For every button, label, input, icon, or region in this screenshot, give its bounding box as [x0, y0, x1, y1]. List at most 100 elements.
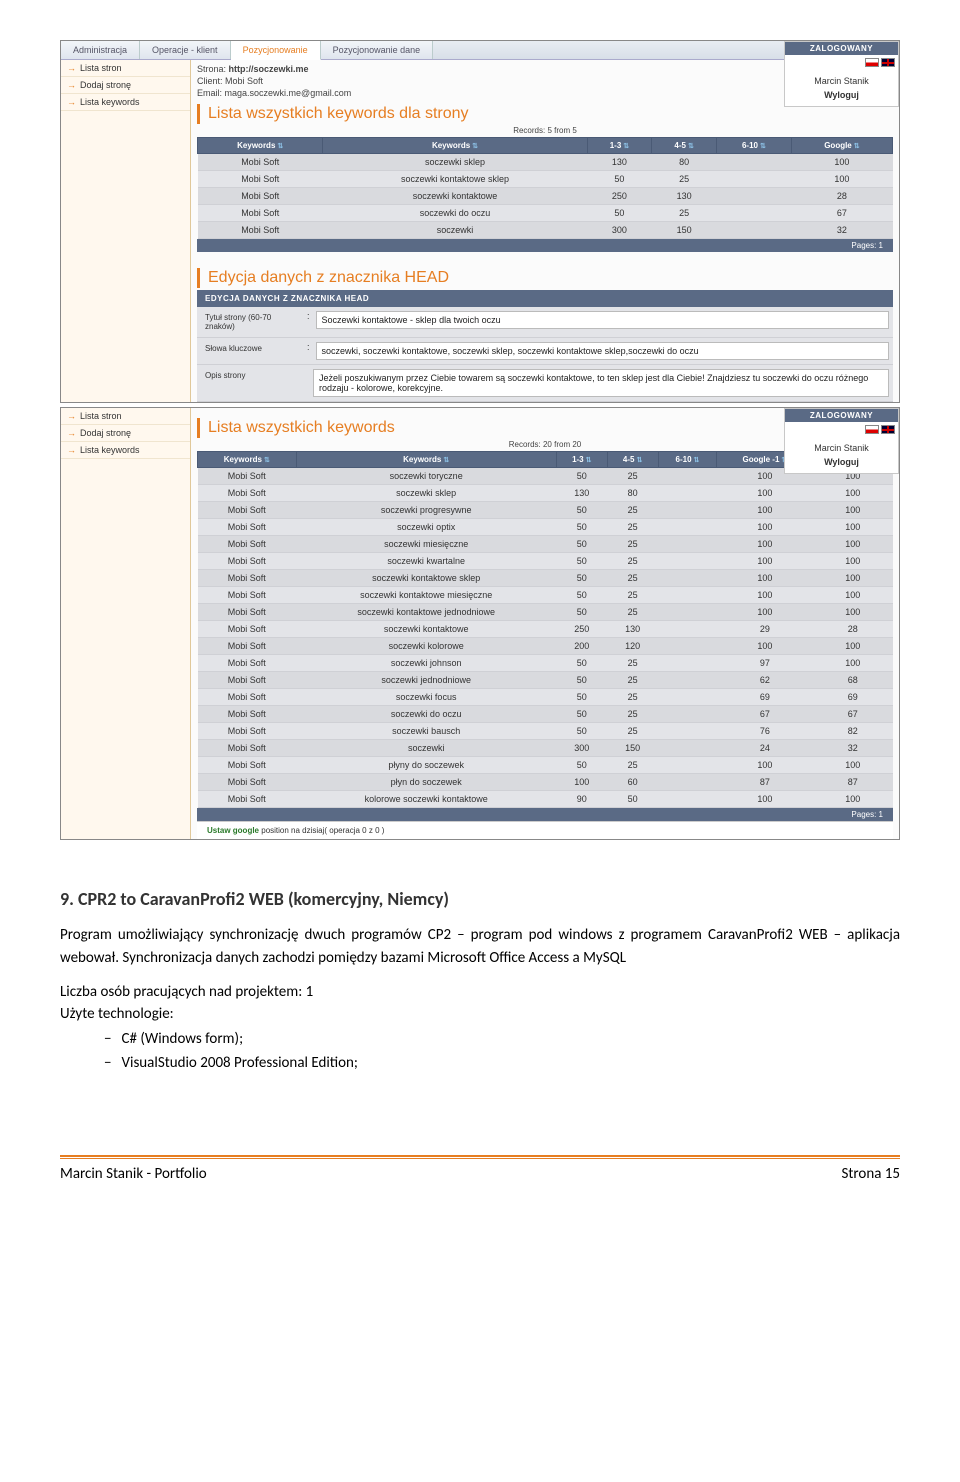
main-content: Strona: http://soczewki.me Client: Mobi … — [191, 60, 899, 402]
logout-link[interactable]: Wyloguj — [785, 88, 898, 106]
flag-pl-icon[interactable] — [865, 58, 879, 67]
table-cell: 69 — [813, 689, 893, 706]
table-cell: Mobi Soft — [198, 706, 297, 723]
section-paragraph: Program umożliwiający synchronizację dwu… — [60, 924, 900, 969]
table-cell: 25 — [607, 604, 658, 621]
sidebar-item-lista-stron[interactable]: →Lista stron — [61, 408, 190, 425]
table-cell: Mobi Soft — [198, 774, 297, 791]
column-header[interactable]: 6-10⇅ — [658, 452, 717, 468]
site-label: Strona: — [197, 64, 226, 74]
column-header[interactable]: 6-10⇅ — [717, 138, 792, 154]
table-cell: 150 — [607, 740, 658, 757]
column-header[interactable]: Keywords⇅ — [323, 138, 587, 154]
table-cell: 100 — [813, 502, 893, 519]
column-header[interactable]: 4-5⇅ — [607, 452, 658, 468]
table-cell: 100 — [813, 553, 893, 570]
table-cell: 250 — [587, 188, 652, 205]
table-cell — [658, 536, 717, 553]
table-cell — [658, 519, 717, 536]
form-label-keywords: Słowa kluczowe — [201, 342, 301, 355]
table-cell: Mobi Soft — [198, 205, 323, 222]
flag-en-icon[interactable] — [881, 58, 895, 67]
table-cell: 50 — [556, 757, 607, 774]
column-header[interactable]: Keywords⇅ — [198, 138, 323, 154]
column-header[interactable]: Keywords⇅ — [198, 452, 297, 468]
table-row: Mobi Softsoczewki optix5025100100 — [198, 519, 893, 536]
form-field-description[interactable]: Jeżeli poszukiwanym przez Ciebie towarem… — [313, 369, 889, 397]
table-cell — [717, 188, 792, 205]
table-cell: 25 — [607, 706, 658, 723]
sidebar-item-lista-keywords[interactable]: →Lista keywords — [61, 442, 190, 459]
table-cell: soczewki do oczu — [323, 205, 587, 222]
arrow-icon: → — [67, 63, 76, 73]
table-cell — [658, 502, 717, 519]
table-cell: 50 — [556, 519, 607, 536]
sidebar-item-dodaj-strone[interactable]: →Dodaj stronę — [61, 77, 190, 94]
sidebar-item-lista-keywords[interactable]: →Lista keywords — [61, 94, 190, 111]
accent-bar — [197, 418, 200, 438]
table-cell — [658, 638, 717, 655]
table-cell — [658, 655, 717, 672]
column-header[interactable]: 1-3⇅ — [587, 138, 652, 154]
form-field-keywords[interactable]: soczewki, soczewki kontaktowe, soczewki … — [316, 342, 889, 360]
table-cell: 50 — [556, 536, 607, 553]
column-header[interactable]: 4-5⇅ — [652, 138, 717, 154]
tab-pozycjonowanie-dane[interactable]: Pozycjonowanie dane — [321, 41, 434, 59]
table-cell: soczewki kontaktowe miesięczne — [296, 587, 556, 604]
table-cell: 87 — [813, 774, 893, 791]
pager[interactable]: Pages: 1 — [197, 239, 893, 252]
email-label: Email: — [197, 88, 222, 98]
status-link[interactable]: Ustaw google — [207, 826, 259, 835]
head-edit-header: EDYCJA DANYCH Z ZNACZNIKA HEAD — [197, 290, 893, 307]
tab-pozycjonowanie[interactable]: Pozycjonowanie — [231, 41, 321, 60]
table-cell: soczewki bausch — [296, 723, 556, 740]
table-cell: soczewki kontaktowe sklep — [323, 171, 587, 188]
table-cell: Mobi Soft — [198, 757, 297, 774]
table-cell: 130 — [556, 485, 607, 502]
table-cell: 100 — [717, 553, 813, 570]
login-badge: ZALOGOWANY — [785, 42, 898, 55]
table-cell: soczewki kontaktowe jednodniowe — [296, 604, 556, 621]
logout-link[interactable]: Wyloguj — [785, 455, 898, 473]
sidebar-item-lista-stron[interactable]: →Lista stron — [61, 60, 190, 77]
sidebar-item-dodaj-strone[interactable]: →Dodaj stronę — [61, 425, 190, 442]
sidebar-item-label: Lista keywords — [80, 445, 140, 455]
column-header[interactable]: Keywords⇅ — [296, 452, 556, 468]
records-count: Records: 5 from 5 — [197, 126, 893, 135]
column-header[interactable]: Google⇅ — [791, 138, 892, 154]
bullet-item: C# (Windows form); — [104, 1027, 900, 1051]
table-cell: 25 — [607, 468, 658, 485]
table-row: Mobi Softsoczewki sklep13080100100 — [198, 485, 893, 502]
sort-icon: ⇅ — [443, 457, 449, 464]
table-cell: 100 — [717, 485, 813, 502]
table-cell: 100 — [813, 638, 893, 655]
pager[interactable]: Pages: 1 — [197, 808, 893, 821]
tab-administracja[interactable]: Administracja — [61, 41, 140, 59]
table-cell: 100 — [717, 638, 813, 655]
accent-bar — [197, 268, 200, 288]
table-row: Mobi Softsoczewki kontaktowe sklep502510… — [198, 570, 893, 587]
form-field-title[interactable]: Soczewki kontaktowe - sklep dla twoich o… — [316, 311, 889, 329]
table-cell: 50 — [587, 205, 652, 222]
table-cell: 50 — [556, 587, 607, 604]
table-cell: 100 — [717, 791, 813, 808]
table-cell: 100 — [813, 570, 893, 587]
table-cell: 100 — [717, 536, 813, 553]
table-row: Mobi Softsoczewki kontaktowe miesięczne5… — [198, 587, 893, 604]
sidebar-item-label: Dodaj stronę — [80, 80, 131, 90]
table-cell: 24 — [717, 740, 813, 757]
table-cell: 120 — [607, 638, 658, 655]
table-cell: soczewki kontaktowe sklep — [296, 570, 556, 587]
tab-operacje-klient[interactable]: Operacje - klient — [140, 41, 231, 59]
table-row: Mobi Softsoczewki jednodniowe50256268 — [198, 672, 893, 689]
flag-en-icon[interactable] — [881, 425, 895, 434]
table-cell: 100 — [556, 774, 607, 791]
table-cell: soczewki focus — [296, 689, 556, 706]
sort-icon: ⇅ — [688, 143, 694, 150]
flag-pl-icon[interactable] — [865, 425, 879, 434]
tech-line: Użyte technologie: — [60, 1005, 900, 1023]
table-row: Mobi Softsoczewki progresywne5025100100 — [198, 502, 893, 519]
table-cell: 50 — [556, 655, 607, 672]
column-header[interactable]: 1-3⇅ — [556, 452, 607, 468]
table-cell — [658, 740, 717, 757]
